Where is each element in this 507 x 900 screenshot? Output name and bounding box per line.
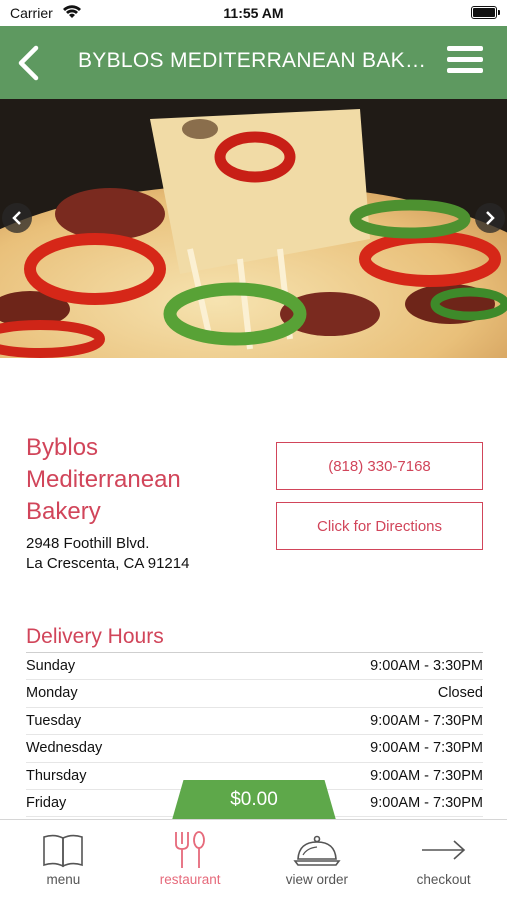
fork-spoon-icon: [175, 831, 206, 868]
cloche-icon: [293, 835, 341, 866]
tab-checkout[interactable]: checkout: [380, 820, 507, 900]
day-label: Sunday: [26, 658, 76, 674]
book-icon: [43, 834, 84, 868]
tab-view-order-label: view order: [285, 872, 349, 887]
bottom-tab-bar: menu restaurant view order checkout: [0, 819, 507, 900]
hours-row: Monday Closed: [26, 680, 483, 708]
restaurant-info: Byblos Mediterranean Bakery 2948 Foothil…: [26, 432, 256, 574]
hours-value: Closed: [437, 685, 483, 702]
restaurant-address: 2948 Foothill Blvd. La Crescenta, CA 912…: [26, 534, 256, 574]
hours-value: 9:00AM - 7:30PM: [370, 767, 483, 784]
pizza-photo: [0, 99, 507, 358]
day-label: Tuesday: [26, 712, 82, 729]
address-line-1: 2948 Foothill Blvd.: [26, 535, 150, 552]
day-label: Friday: [26, 794, 67, 811]
tab-view-order[interactable]: view order: [254, 820, 381, 900]
tab-menu[interactable]: menu: [0, 820, 127, 900]
address-line-2: La Crescenta, CA 91214: [26, 555, 190, 572]
hours-value: 9:00AM - 7:30PM: [370, 740, 483, 757]
hours-value: 9:00AM - 3:30PM: [370, 658, 483, 674]
tab-restaurant-label: restaurant: [159, 872, 221, 887]
phone-button[interactable]: (818) 330-7168: [276, 442, 483, 490]
hours-row: Sunday 9:00AM - 3:30PM: [26, 653, 483, 681]
carousel-next-arrow-icon[interactable]: [475, 203, 505, 233]
back-chevron-icon[interactable]: [14, 44, 44, 82]
restaurant-name: Byblos Mediterranean Bakery: [26, 434, 181, 525]
hero-image: [0, 99, 507, 358]
tab-restaurant[interactable]: restaurant: [127, 820, 254, 900]
tab-menu-label: menu: [46, 872, 81, 887]
battery-icon: [471, 6, 500, 19]
hours-value: 9:00AM - 7:30PM: [370, 794, 483, 811]
directions-button[interactable]: Click for Directions: [276, 502, 483, 550]
arrow-right-icon: [421, 840, 465, 860]
page-title: BYBLOS MEDITERRANEAN BAKERY: [78, 49, 430, 72]
status-bar: Carrier 11:55 AM: [0, 0, 507, 26]
clock-time: 11:55 AM: [223, 5, 284, 21]
hours-value: 9:00AM - 7:30PM: [370, 712, 483, 729]
nav-bar: BYBLOS MEDITERRANEAN BAKERY: [0, 26, 507, 99]
hours-row: Wednesday 9:00AM - 7:30PM: [26, 735, 483, 763]
day-label: Thursday: [26, 767, 87, 784]
delivery-hours-heading: Delivery Hours: [26, 625, 483, 653]
day-label: Wednesday: [26, 740, 103, 757]
carousel-prev-arrow-icon[interactable]: [2, 203, 32, 233]
cart-total-button[interactable]: $0.00: [172, 780, 336, 820]
hours-row: Tuesday 9:00AM - 7:30PM: [26, 708, 483, 736]
day-label: Monday: [26, 685, 78, 702]
tab-checkout-label: checkout: [416, 872, 471, 887]
hamburger-menu-icon[interactable]: [447, 46, 483, 78]
